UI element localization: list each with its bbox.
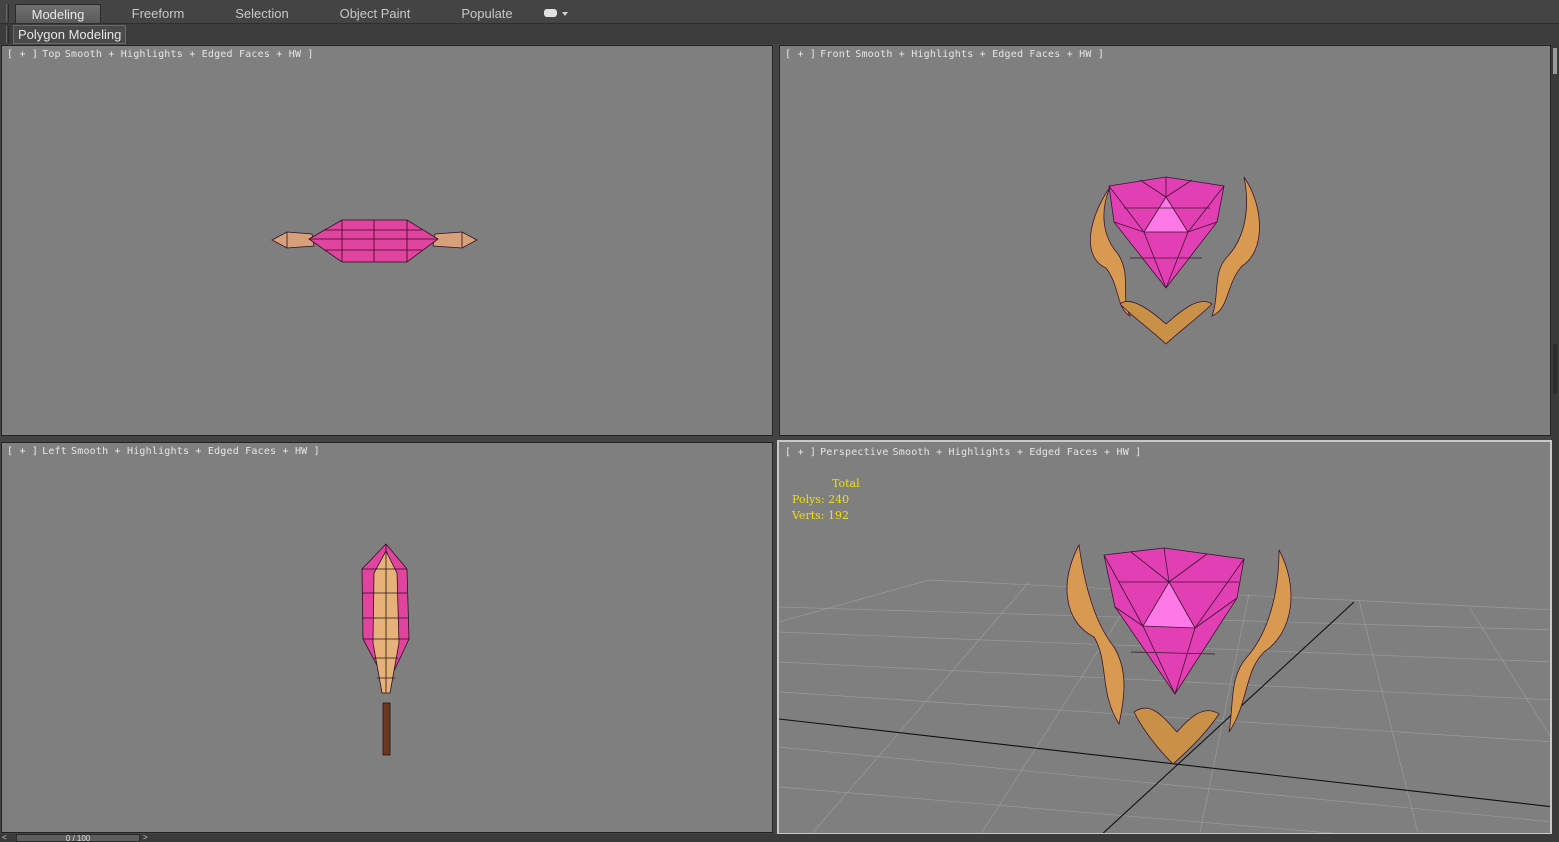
panel-divider xyxy=(1553,344,1557,394)
tab-object-paint[interactable]: Object Paint xyxy=(330,4,420,23)
time-next-button[interactable]: > xyxy=(143,834,155,842)
viewport-left[interactable]: [ + ] Left Smooth + Highlights + Edged Fac… xyxy=(1,442,773,833)
tab-freeform[interactable]: Freeform xyxy=(118,4,198,23)
chevron-down-icon xyxy=(562,12,568,16)
amulet-side-mesh xyxy=(361,543,410,756)
top-view-scene xyxy=(271,219,478,263)
time-prev-button[interactable]: < xyxy=(2,834,14,842)
tab-modeling[interactable]: Modeling xyxy=(15,4,101,23)
ribbon-options-dropdown[interactable] xyxy=(541,7,571,21)
command-panel-edge xyxy=(1551,44,1559,842)
panel-scroll-handle[interactable] xyxy=(1553,48,1557,74)
perspective-scene xyxy=(779,543,1550,833)
tab-populate[interactable]: Populate xyxy=(449,4,525,23)
amulet-perspective-mesh xyxy=(1066,543,1292,765)
ribbon-panel: Polygon Modeling xyxy=(0,24,1559,44)
polygon-modeling-panel-button[interactable]: Polygon Modeling xyxy=(13,25,127,44)
viewport-top[interactable]: [ + ] Top Smooth + Highlights + Edged Face… xyxy=(1,45,773,436)
time-slider-bar: < 0 / 100 > xyxy=(0,834,1559,842)
ribbon-tabbar: Modeling Freeform Selection Object Paint… xyxy=(0,0,1559,24)
panel-grip[interactable] xyxy=(6,26,9,43)
time-slider-thumb[interactable]: 0 / 100 xyxy=(16,834,140,842)
amulet-top-mesh xyxy=(271,219,478,263)
viewport-front[interactable]: [ + ] Front Smooth + Highlights + Edged Fa… xyxy=(779,45,1551,436)
left-view-scene xyxy=(361,543,410,756)
ribbon-toggle-icon xyxy=(544,9,557,17)
toolbar-grip[interactable] xyxy=(6,4,9,22)
tab-selection[interactable]: Selection xyxy=(222,4,302,23)
front-view-scene xyxy=(1090,176,1260,345)
amulet-front-mesh xyxy=(1090,176,1260,345)
viewport-perspective[interactable]: [ + ] Perspective Smooth + Highlights + Ed… xyxy=(777,440,1552,835)
